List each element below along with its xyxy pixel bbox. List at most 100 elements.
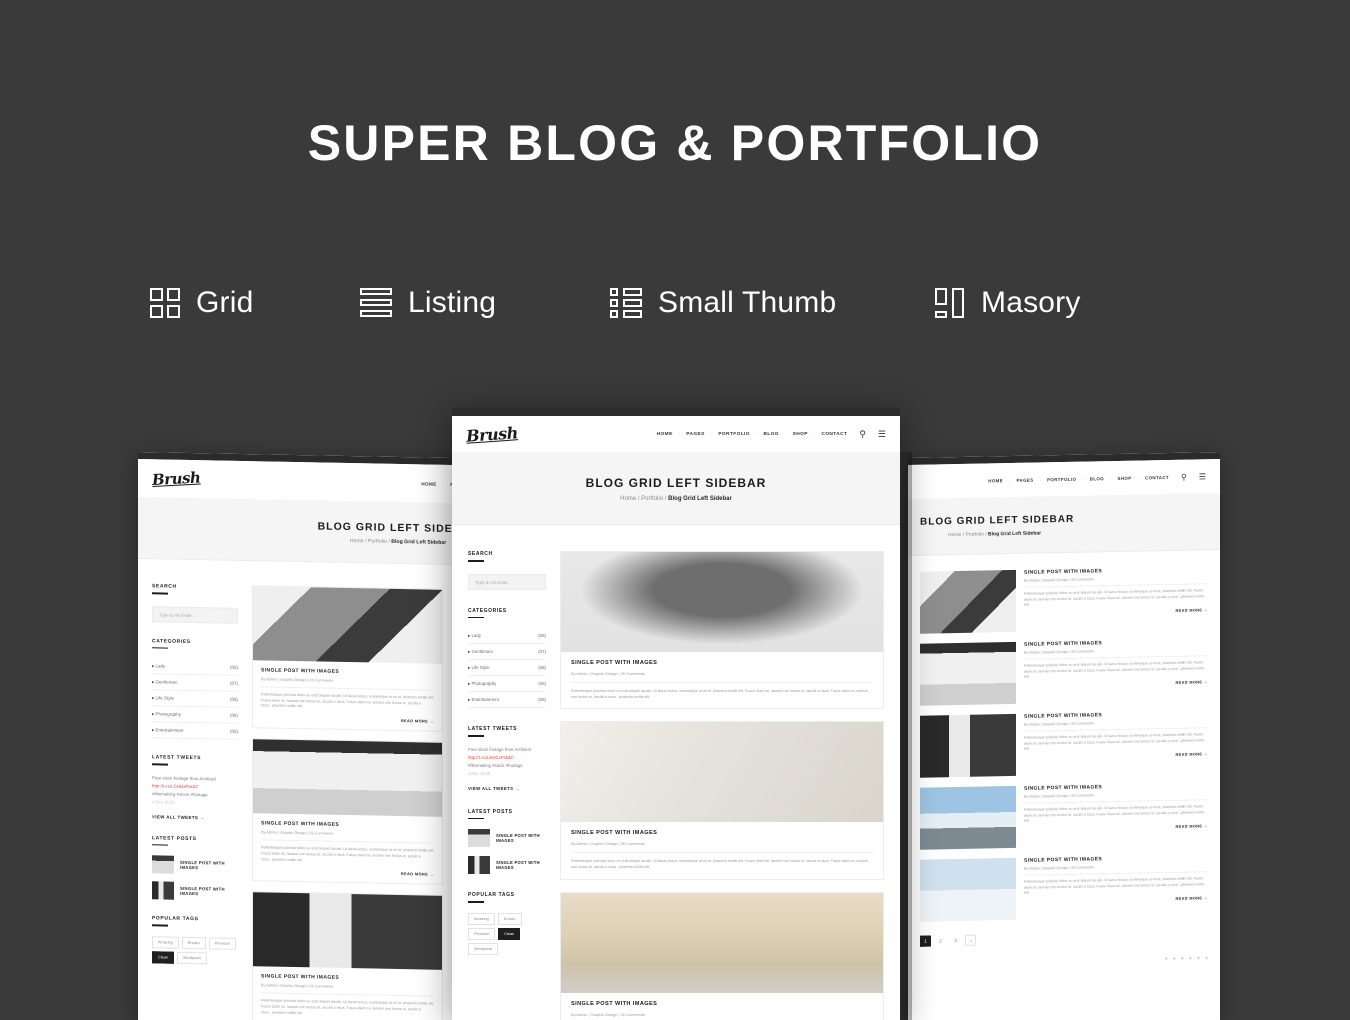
nav-item-portfolio[interactable]: PORTFOLIO — [718, 432, 750, 437]
nav-item-contact[interactable]: CONTACT — [1145, 474, 1169, 479]
search-input[interactable]: Type & Hit Enter... — [152, 605, 238, 624]
nav-item-blog[interactable]: BLOG — [1090, 476, 1104, 481]
read-more-link[interactable]: READ MORE → — [1024, 896, 1208, 904]
read-more-link[interactable]: READ MORE → — [261, 716, 434, 724]
post-card[interactable]: SINGLE POST WITH IMAGES By Admin | Graph… — [252, 891, 443, 1020]
nav-item-pages[interactable]: PAGES — [686, 432, 704, 437]
nav-item-home[interactable]: HOME — [657, 432, 673, 437]
nav-separator: - — [813, 431, 816, 437]
category-name: Life Style — [155, 694, 175, 701]
post-excerpt: Pellentesque pulvinar dolor eu erat aliq… — [1024, 732, 1205, 751]
nav-item-shop[interactable]: SHOP — [793, 432, 808, 437]
search-icon[interactable]: ⚲ — [859, 429, 866, 440]
tweet-link[interactable]: http://t.co/LSHGxPskdZ — [468, 755, 546, 760]
tag-chip-active[interactable]: Clean — [498, 927, 521, 940]
feature-grid[interactable]: Grid — [150, 286, 360, 320]
read-more-link[interactable]: READ MORE → — [261, 869, 434, 877]
facebook-icon[interactable]: ● — [1173, 956, 1176, 962]
main-nav[interactable]: HOME - PAGES - PORTFOLIO - BLOG - SHOP -… — [988, 472, 1206, 485]
post-card[interactable]: SINGLE POST WITH IMAGES By Admin | Graph… — [252, 738, 443, 886]
tag-chip[interactable]: Envato — [181, 936, 206, 949]
read-more-label: READ MORE — [1175, 824, 1203, 829]
post-row[interactable]: SINGLE POST WITH IMAGES By Admin | Graph… — [920, 638, 1208, 706]
site-logo[interactable]: Brush — [151, 469, 200, 489]
category-item[interactable]: ▸ Gentlemen (07) — [152, 674, 238, 692]
behance-icon[interactable]: ● — [1189, 956, 1192, 962]
list-item[interactable]: SINGLE POST WITH IMAGES — [152, 881, 238, 901]
read-more-link[interactable]: READ MORE → — [1024, 824, 1208, 832]
sidebar-search-heading: SEARCH — [468, 551, 546, 562]
post-card[interactable]: SINGLE POST WITH IMAGES By Admin | Graph… — [560, 551, 884, 710]
view-all-tweets-label: VIEW ALL TWEETS — [152, 813, 199, 820]
post-row[interactable]: SINGLE POST WITH IMAGES By Admin | Graph… — [920, 710, 1208, 778]
tag-chip[interactable]: Amazing — [468, 912, 495, 925]
nav-item-shop[interactable]: SHOP — [1118, 475, 1132, 480]
google-plus-icon[interactable]: ● — [1205, 955, 1208, 961]
breadcrumb: Home / Portfolio / Blog Grid Left Sideba… — [452, 496, 900, 502]
mockup-small-thumb-right[interactable]: HOME - PAGES - PORTFOLIO - BLOG - SHOP -… — [908, 452, 1220, 1020]
twitter-icon[interactable]: ● — [1165, 956, 1168, 962]
feature-small-thumb[interactable]: Small Thumb — [610, 286, 935, 320]
post-row[interactable]: SINGLE POST WITH IMAGES By Admin | Graph… — [920, 566, 1208, 634]
hamburger-icon[interactable]: ☰ — [878, 429, 886, 440]
list-item[interactable]: SINGLE POST WITH IMAGES — [468, 856, 546, 874]
category-item[interactable]: ▸ Entertainment (05) — [152, 722, 238, 740]
post-card[interactable]: SINGLE POST WITH IMAGES By Admin | Graph… — [560, 721, 884, 880]
category-item[interactable]: ▸ Photography (06) — [468, 676, 546, 692]
list-item[interactable]: SINGLE POST WITH IMAGES — [468, 829, 546, 847]
read-more-link[interactable]: READ MORE → — [1024, 608, 1208, 616]
post-image — [920, 713, 1016, 778]
category-item[interactable]: ▸ Life Style (08) — [468, 660, 546, 676]
page-button-1[interactable]: 1 — [920, 935, 931, 947]
site-logo[interactable]: Brush — [465, 423, 518, 446]
category-item[interactable]: ▸ Life Style (08) — [152, 690, 238, 708]
search-icon[interactable]: ⚲ — [1181, 472, 1187, 481]
tag-list: Amazing Envato Premium Clean Wordpress — [468, 912, 546, 955]
thumbnail — [468, 829, 490, 847]
list-item[interactable]: SINGLE POST WITH IMAGES — [152, 855, 238, 875]
page-button-2[interactable]: 2 — [935, 935, 946, 946]
tag-chip-active[interactable]: Clean — [152, 950, 174, 964]
tag-chip[interactable]: Amazing — [152, 935, 179, 949]
category-item[interactable]: ▸ Photography (06) — [152, 706, 238, 724]
pinterest-icon[interactable]: ● — [1181, 956, 1184, 962]
tag-chip[interactable]: Wordpress — [176, 951, 208, 964]
tweet-link[interactable]: http://t.co/LSHGxPskdZ — [152, 783, 238, 790]
view-all-tweets-link[interactable]: VIEW ALL TWEETS → — [468, 786, 546, 791]
read-more-link[interactable]: READ MORE → — [1024, 752, 1208, 760]
read-more-link[interactable]: READ MORE → — [1024, 680, 1208, 688]
category-item[interactable]: ▸ Gentlemen (07) — [468, 644, 546, 660]
category-item[interactable]: ▸ Lady (05) — [468, 628, 546, 644]
tag-chip[interactable]: Wordpress — [468, 942, 499, 955]
post-row[interactable]: SINGLE POST WITH IMAGES By Admin | Graph… — [920, 854, 1208, 922]
post-meta: By Admin | Graphic Design | 26 Comments — [571, 836, 873, 854]
feature-masonry[interactable]: Masory — [935, 286, 1175, 320]
tag-chip[interactable]: Premium — [468, 927, 496, 940]
nav-item-contact[interactable]: CONTACT — [821, 432, 847, 437]
category-item[interactable]: ▸ Entertainment (05) — [468, 692, 546, 708]
site-header: Brush HOME - PAGES - PORTFOLIO - BLOG - … — [452, 416, 900, 452]
mockup-listing-center[interactable]: Brush HOME - PAGES - PORTFOLIO - BLOG - … — [452, 408, 900, 1020]
category-name: Entertainment — [155, 726, 184, 733]
nav-item-blog[interactable]: BLOG — [764, 432, 779, 437]
feature-listing[interactable]: Listing — [360, 286, 610, 320]
page-button-3[interactable]: 3 — [950, 935, 961, 946]
nav-item-home[interactable]: HOME — [988, 478, 1003, 483]
tag-chip[interactable]: Premium — [208, 936, 236, 950]
hamburger-icon[interactable]: ☰ — [1199, 472, 1206, 481]
tweet-date: 4 Dec 16:25 — [152, 798, 175, 805]
category-item[interactable]: ▸ Lady (05) — [152, 658, 238, 676]
nav-item-portfolio[interactable]: PORTFOLIO — [1047, 476, 1076, 482]
tag-chip[interactable]: Envato — [497, 912, 522, 925]
page-next-button[interactable]: → — [965, 934, 976, 946]
search-input[interactable]: Type & Hit Enter... — [468, 573, 546, 590]
main-nav[interactable]: HOME - PAGES - PORTFOLIO - BLOG - SHOP -… — [657, 429, 886, 440]
nav-item-pages[interactable]: PAGES — [1017, 477, 1034, 482]
category-count: (08) — [229, 696, 238, 702]
nav-item-home[interactable]: HOME — [421, 481, 436, 486]
post-row[interactable]: SINGLE POST WITH IMAGES By Admin | Graph… — [920, 782, 1208, 850]
post-card[interactable]: SINGLE POST WITH IMAGES By Admin | Graph… — [560, 891, 884, 1020]
post-card[interactable]: SINGLE POST WITH IMAGES By Admin | Graph… — [252, 585, 443, 733]
view-all-tweets-link[interactable]: VIEW ALL TWEETS → — [152, 814, 238, 821]
dribbble-icon[interactable]: ● — [1197, 955, 1200, 961]
